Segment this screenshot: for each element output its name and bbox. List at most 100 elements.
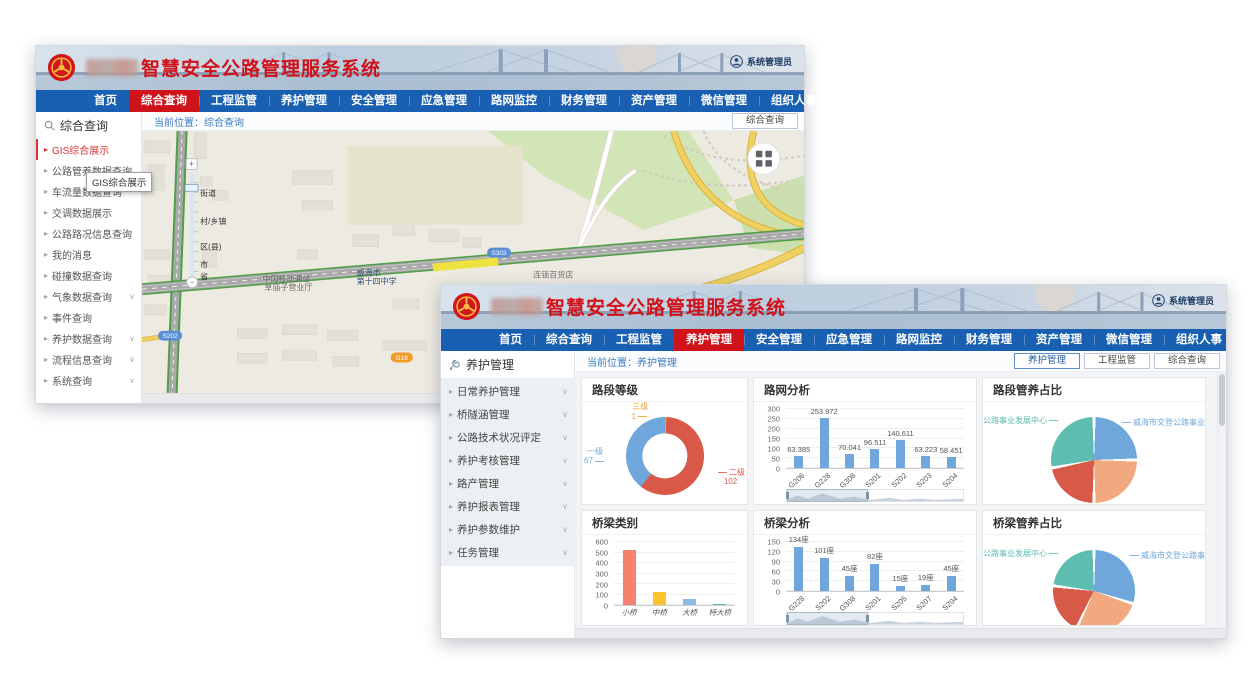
nav-project-supervision[interactable]: 工程监管 — [199, 90, 269, 112]
panel-title: 桥梁类别 — [582, 511, 747, 535]
nav-finance[interactable]: 财务管理 — [549, 90, 619, 112]
sidebar-item[interactable]: ▸事件查询 — [36, 307, 141, 328]
app-title: 智慧安全公路管理服务系统 — [546, 293, 786, 320]
nav-comprehensive-query[interactable]: 综合查询 — [129, 90, 199, 112]
nav-system-maintenance[interactable]: 系统维护 — [1234, 329, 1258, 351]
bar — [683, 599, 696, 605]
nav-safety[interactable]: 安全管理 — [339, 90, 409, 112]
user-icon — [1152, 294, 1165, 307]
chevron-down-icon: ∨ — [129, 355, 135, 364]
arrow-icon: ▸ — [449, 387, 453, 396]
chevron-down-icon: ∨ — [129, 334, 135, 343]
nav-home[interactable]: 首页 — [487, 329, 534, 351]
map-layers-button[interactable] — [748, 143, 780, 175]
pie-label: 公路事业发展中心 — [983, 549, 1060, 559]
svg-text:村/乡镇: 村/乡镇 — [200, 216, 226, 226]
nav-comprehensive-query[interactable]: 综合查询 — [534, 329, 604, 351]
window-maintenance: 智慧安全公路管理服务系统 系统管理员 首页 综合查询 工程监管 养护管理 安全管… — [440, 284, 1227, 639]
datazoom-slider[interactable] — [786, 489, 964, 502]
corner-tab-supervision[interactable]: 工程监管 — [1084, 353, 1150, 369]
sidebar-item-reports[interactable]: ▸养护报表管理∨ — [441, 495, 574, 518]
svg-text:市: 市 — [200, 259, 208, 269]
svg-text:S303: S303 — [491, 250, 507, 257]
sidebar-item-parameters[interactable]: ▸养护参数维护∨ — [441, 518, 574, 541]
panel-bridge-analysis: 桥梁分析 0306090120150134座101座45座82座15座19座45… — [753, 510, 977, 626]
arrow-icon: ▸ — [44, 334, 48, 343]
arrow-icon: ▸ — [449, 479, 453, 488]
scrollbar-thumb[interactable] — [1219, 374, 1225, 426]
road-maintain-share-pie-chart: 威海市文登公路事业威海市公路事业发展山公路事业发展中心公路事业发展中心 — [983, 402, 1205, 505]
sidebar-item[interactable]: ▸流程信息查询∨ — [36, 349, 141, 370]
arrow-icon: ▸ — [449, 456, 453, 465]
scrollbar[interactable] — [1217, 372, 1226, 628]
bridge-category-bar-chart: 0100200300400500600小桥中桥大桥特大桥 — [582, 535, 747, 626]
datazoom-slider[interactable] — [786, 612, 964, 625]
sidebar-item[interactable]: ▸公路路况信息查询 — [36, 223, 141, 244]
nav-hr[interactable]: 组织人事 — [759, 90, 829, 112]
corner-tab-query[interactable]: 综合查询 — [732, 113, 798, 129]
nav-maintenance[interactable]: 养护管理 — [269, 90, 339, 112]
panel-title: 路段管养占比 — [983, 378, 1205, 402]
pie-label: 二级102 — [716, 468, 745, 487]
sidebar-item-road-property[interactable]: ▸路产管理∨ — [441, 472, 574, 495]
bar — [947, 576, 956, 591]
chevron-down-icon: ∨ — [562, 387, 568, 396]
sidebar-item[interactable]: ▸碰撞数据查询 — [36, 265, 141, 286]
user-menu[interactable]: 系统管理员 — [730, 55, 792, 68]
bar — [870, 564, 879, 591]
nav-safety[interactable]: 安全管理 — [744, 329, 814, 351]
sidebar-item-tasks[interactable]: ▸任务管理∨ — [441, 541, 574, 564]
sidebar-item[interactable]: ▸我的消息 — [36, 244, 141, 265]
nav-maintenance[interactable]: 养护管理 — [674, 329, 744, 351]
sidebar-item-gis[interactable]: ▸GIS综合展示 — [36, 139, 141, 160]
pie-label: 威海市文登公路事业 — [1120, 418, 1205, 428]
zoom-out-button[interactable]: - — [191, 277, 194, 287]
nav-wechat[interactable]: 微信管理 — [689, 90, 759, 112]
zoom-in-button[interactable]: + — [189, 159, 194, 169]
arrow-icon: ▸ — [449, 548, 453, 557]
screen: 智慧安全公路管理服务系统 系统管理员 首页 综合查询 工程监管 养护管理 安全管… — [0, 0, 1258, 680]
sidebar-items: ▸GIS综合展示 ▸公路管养数据查询 ▸车流量数据查询 ▸交调数据展示 ▸公路路… — [36, 139, 141, 391]
arrow-icon: ▸ — [44, 145, 48, 154]
sidebar-item[interactable]: ▸养护数据查询∨ — [36, 328, 141, 349]
bar — [896, 586, 905, 591]
breadcrumb: 当前位置：综合查询 综合查询 — [142, 112, 804, 131]
svg-text:威海市: 威海市 — [357, 267, 381, 277]
sidebar-item-assessment-mgmt[interactable]: ▸养护考核管理∨ — [441, 449, 574, 472]
nav-project-supervision[interactable]: 工程监管 — [604, 329, 674, 351]
nav-emergency[interactable]: 应急管理 — [409, 90, 479, 112]
chevron-down-icon: ∨ — [562, 525, 568, 534]
nav-assets[interactable]: 资产管理 — [1024, 329, 1094, 351]
svg-text:G18: G18 — [396, 355, 409, 362]
nav-finance[interactable]: 财务管理 — [954, 329, 1024, 351]
sidebar-item-bridge-tunnel[interactable]: ▸桥隧涵管理∨ — [441, 403, 574, 426]
arrow-icon: ▸ — [44, 271, 48, 280]
nav-hr[interactable]: 组织人事 — [1164, 329, 1234, 351]
chevron-down-icon: ∨ — [562, 548, 568, 557]
user-icon — [730, 55, 743, 68]
nav-emergency[interactable]: 应急管理 — [814, 329, 884, 351]
corner-tab-query[interactable]: 综合查询 — [1154, 353, 1220, 369]
sidebar-item[interactable]: ▸系统查询∨ — [36, 370, 141, 391]
sidebar-item-daily-maintenance[interactable]: ▸日常养护管理∨ — [441, 380, 574, 403]
corner-tab-maintenance[interactable]: 养护管理 — [1014, 353, 1080, 369]
nav-wechat[interactable]: 微信管理 — [1094, 329, 1164, 351]
tooltip: GIS综合展示 — [86, 172, 152, 192]
app-title: 智慧安全公路管理服务系统 — [141, 54, 381, 81]
nav-home[interactable]: 首页 — [82, 90, 129, 112]
sidebar-item[interactable]: ▸气象数据查询∨ — [36, 286, 141, 307]
svg-text:草庙子营业厅: 草庙子营业厅 — [264, 282, 312, 292]
nav-assets[interactable]: 资产管理 — [619, 90, 689, 112]
user-menu[interactable]: 系统管理员 — [1152, 294, 1214, 307]
arrow-icon: ▸ — [44, 292, 48, 301]
censored-prefix — [86, 59, 138, 76]
sidebar-item[interactable]: ▸交调数据展示 — [36, 202, 141, 223]
sidebar-item-condition-assessment[interactable]: ▸公路技术状况评定∨ — [441, 426, 574, 449]
nav-network-monitor[interactable]: 路网监控 — [884, 329, 954, 351]
nav-system-maintenance[interactable]: 系统维护 — [829, 90, 899, 112]
zoom-slider-handle[interactable] — [185, 184, 198, 191]
panel-bridge-category: 桥梁类别 0100200300400500600小桥中桥大桥特大桥 — [581, 510, 748, 626]
sidebar-items: ▸日常养护管理∨ ▸桥隧涵管理∨ ▸公路技术状况评定∨ ▸养护考核管理∨ ▸路产… — [441, 378, 574, 566]
nav-network-monitor[interactable]: 路网监控 — [479, 90, 549, 112]
sidebar-title: 综合查询 — [36, 112, 141, 139]
